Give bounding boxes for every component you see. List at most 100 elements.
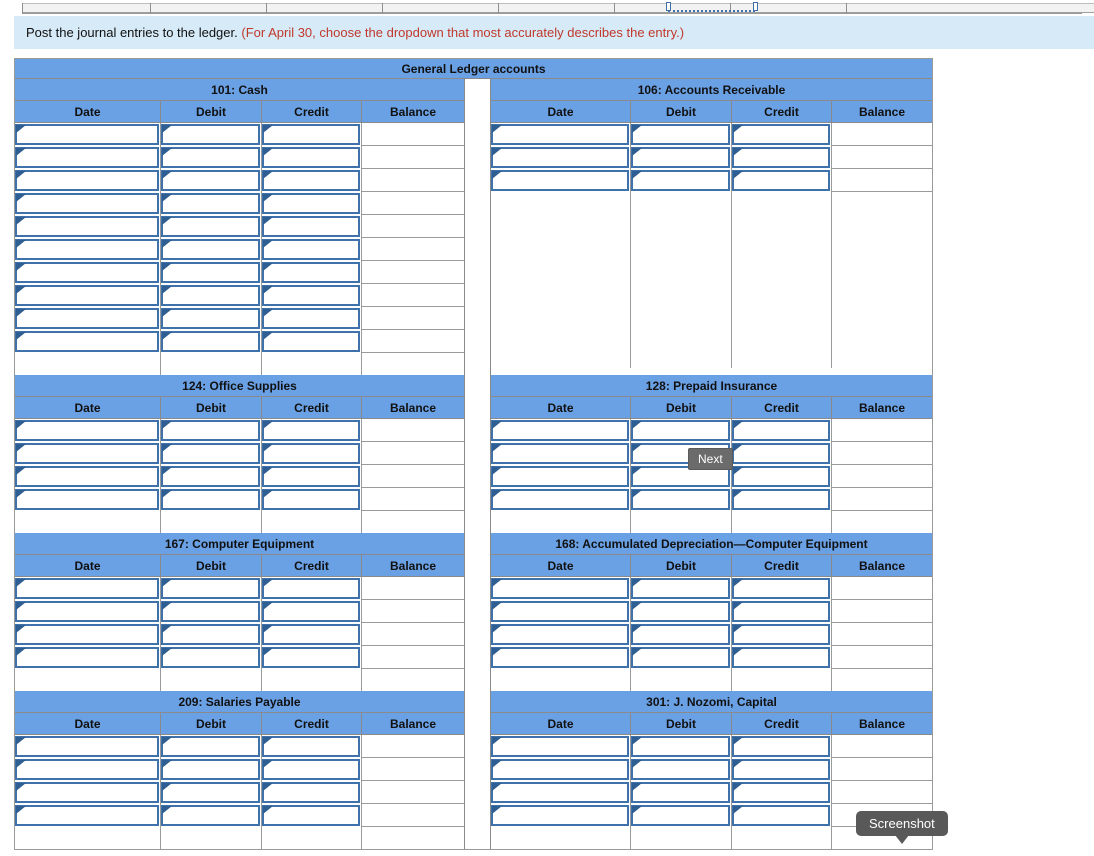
- dropdown-arrow-icon[interactable]: [161, 759, 260, 780]
- dropdown-cell-debit[interactable]: [161, 192, 262, 215]
- dropdown-arrow-icon[interactable]: [631, 736, 730, 757]
- dropdown-cell-debit[interactable]: [161, 330, 262, 353]
- dropdown-arrow-icon[interactable]: [15, 193, 159, 214]
- dropdown-cell-debit[interactable]: [161, 623, 262, 646]
- dropdown-cell-date[interactable]: [491, 577, 631, 600]
- dropdown-arrow-icon[interactable]: [262, 759, 360, 780]
- dropdown-arrow-icon[interactable]: [161, 782, 260, 803]
- dropdown-cell-debit[interactable]: [161, 307, 262, 330]
- dropdown-arrow-icon[interactable]: [631, 578, 730, 599]
- dropdown-cell-date[interactable]: [15, 623, 161, 646]
- dropdown-arrow-icon[interactable]: [491, 601, 629, 622]
- dropdown-cell-date[interactable]: [491, 442, 631, 465]
- dropdown-cell-credit[interactable]: [732, 169, 832, 192]
- dropdown-cell-credit[interactable]: [732, 781, 832, 804]
- dropdown-arrow-icon[interactable]: [262, 647, 360, 668]
- dropdown-cell-credit[interactable]: [262, 623, 362, 646]
- dropdown-cell-debit[interactable]: [631, 146, 732, 169]
- dropdown-arrow-icon[interactable]: [15, 759, 159, 780]
- dropdown-arrow-icon[interactable]: [262, 124, 360, 145]
- dropdown-arrow-icon[interactable]: [262, 262, 360, 283]
- dropdown-cell-date[interactable]: [491, 758, 631, 781]
- dropdown-cell-credit[interactable]: [262, 307, 362, 330]
- dropdown-cell-date[interactable]: [15, 758, 161, 781]
- dropdown-cell-date[interactable]: [491, 600, 631, 623]
- dropdown-cell-credit[interactable]: [732, 465, 832, 488]
- dropdown-arrow-icon[interactable]: [732, 736, 830, 757]
- dropdown-cell-credit[interactable]: [262, 465, 362, 488]
- dropdown-cell-date[interactable]: [15, 465, 161, 488]
- dropdown-cell-credit[interactable]: [262, 330, 362, 353]
- dropdown-arrow-icon[interactable]: [631, 489, 730, 510]
- dropdown-cell-date[interactable]: [15, 215, 161, 238]
- dropdown-arrow-icon[interactable]: [161, 308, 260, 329]
- dropdown-cell-date[interactable]: [15, 169, 161, 192]
- dropdown-arrow-icon[interactable]: [161, 466, 260, 487]
- dropdown-arrow-icon[interactable]: [161, 805, 260, 826]
- dropdown-arrow-icon[interactable]: [161, 147, 260, 168]
- dropdown-cell-debit[interactable]: [631, 123, 732, 146]
- dropdown-arrow-icon[interactable]: [161, 331, 260, 352]
- dropdown-arrow-icon[interactable]: [15, 239, 159, 260]
- dropdown-cell-credit[interactable]: [732, 735, 832, 758]
- dropdown-cell-date[interactable]: [15, 123, 161, 146]
- dropdown-arrow-icon[interactable]: [732, 759, 830, 780]
- dropdown-cell-debit[interactable]: [161, 215, 262, 238]
- dropdown-cell-debit[interactable]: [631, 488, 732, 511]
- dropdown-arrow-icon[interactable]: [262, 782, 360, 803]
- dropdown-cell-credit[interactable]: [262, 123, 362, 146]
- dropdown-cell-debit[interactable]: [631, 646, 732, 669]
- dropdown-cell-debit[interactable]: [631, 623, 732, 646]
- dropdown-arrow-icon[interactable]: [161, 285, 260, 306]
- dropdown-arrow-icon[interactable]: [491, 759, 629, 780]
- dropdown-arrow-icon[interactable]: [491, 420, 629, 441]
- dropdown-cell-debit[interactable]: [631, 735, 732, 758]
- dropdown-cell-debit[interactable]: [631, 600, 732, 623]
- dropdown-cell-debit[interactable]: [161, 419, 262, 442]
- dropdown-cell-credit[interactable]: [732, 646, 832, 669]
- dropdown-arrow-icon[interactable]: [732, 624, 830, 645]
- dropdown-arrow-icon[interactable]: [491, 805, 629, 826]
- dropdown-cell-debit[interactable]: [161, 442, 262, 465]
- dropdown-arrow-icon[interactable]: [161, 443, 260, 464]
- dropdown-cell-date[interactable]: [15, 577, 161, 600]
- dropdown-cell-date[interactable]: [15, 646, 161, 669]
- dropdown-arrow-icon[interactable]: [262, 420, 360, 441]
- dropdown-cell-credit[interactable]: [262, 146, 362, 169]
- dropdown-arrow-icon[interactable]: [161, 489, 260, 510]
- dropdown-arrow-icon[interactable]: [15, 782, 159, 803]
- dropdown-cell-debit[interactable]: [631, 419, 732, 442]
- dropdown-arrow-icon[interactable]: [631, 624, 730, 645]
- dropdown-arrow-icon[interactable]: [161, 578, 260, 599]
- dropdown-arrow-icon[interactable]: [631, 805, 730, 826]
- dropdown-arrow-icon[interactable]: [161, 647, 260, 668]
- dropdown-cell-credit[interactable]: [732, 577, 832, 600]
- dropdown-cell-date[interactable]: [15, 238, 161, 261]
- dropdown-arrow-icon[interactable]: [15, 624, 159, 645]
- dropdown-cell-credit[interactable]: [732, 442, 832, 465]
- dropdown-cell-credit[interactable]: [732, 146, 832, 169]
- dropdown-arrow-icon[interactable]: [262, 308, 360, 329]
- dropdown-arrow-icon[interactable]: [15, 420, 159, 441]
- dropdown-arrow-icon[interactable]: [15, 443, 159, 464]
- dropdown-arrow-icon[interactable]: [732, 147, 830, 168]
- dropdown-arrow-icon[interactable]: [631, 647, 730, 668]
- dropdown-arrow-icon[interactable]: [262, 601, 360, 622]
- dropdown-cell-debit[interactable]: [631, 804, 732, 827]
- dropdown-arrow-icon[interactable]: [262, 578, 360, 599]
- dropdown-arrow-icon[interactable]: [631, 420, 730, 441]
- dropdown-cell-credit[interactable]: [262, 577, 362, 600]
- dropdown-cell-date[interactable]: [15, 192, 161, 215]
- dropdown-arrow-icon[interactable]: [161, 193, 260, 214]
- dropdown-arrow-icon[interactable]: [15, 147, 159, 168]
- dropdown-arrow-icon[interactable]: [631, 124, 730, 145]
- dropdown-cell-credit[interactable]: [262, 600, 362, 623]
- dropdown-cell-debit[interactable]: [161, 284, 262, 307]
- dropdown-arrow-icon[interactable]: [491, 647, 629, 668]
- dropdown-cell-date[interactable]: [491, 465, 631, 488]
- dropdown-cell-date[interactable]: [15, 781, 161, 804]
- dropdown-cell-date[interactable]: [491, 169, 631, 192]
- dropdown-arrow-icon[interactable]: [732, 782, 830, 803]
- dropdown-cell-credit[interactable]: [262, 804, 362, 827]
- dropdown-arrow-icon[interactable]: [491, 147, 629, 168]
